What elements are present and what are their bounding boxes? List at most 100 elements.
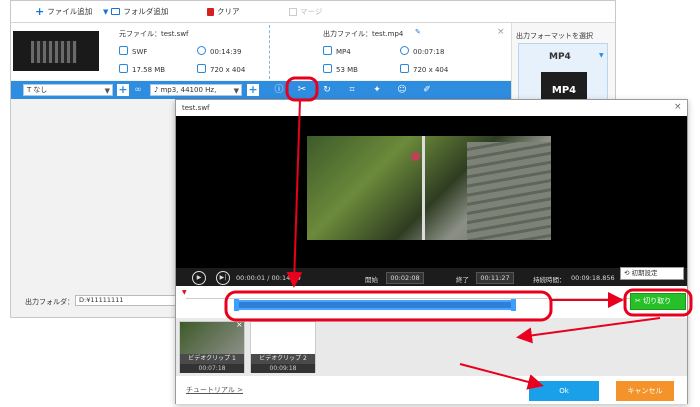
clip-duration: 00:09:18 <box>251 364 315 373</box>
source-file-label: 元ファイル：test.swf <box>119 30 189 38</box>
duration-value: 00:09:18.856 <box>571 274 615 282</box>
video-preview: ▶ ▶| 00:00:01 / 00:14:39 開始 00:02:08 終了 … <box>176 116 687 288</box>
resolution-icon <box>400 64 409 73</box>
add-audio-button[interactable]: + <box>247 84 259 96</box>
plus-icon: + <box>35 5 45 18</box>
clock-icon <box>400 46 409 55</box>
add-folder-button[interactable]: ▼ フォルダ追加 <box>103 6 168 17</box>
duration-label: 持続時間： <box>533 276 566 284</box>
resolution-icon <box>197 64 206 73</box>
clip-thumbnail <box>180 322 244 354</box>
scissors-icon: ✂ <box>635 297 644 305</box>
source-size: 17.58 MB <box>119 64 165 74</box>
playhead-marker-icon[interactable]: ▼ <box>182 289 187 296</box>
clip-name: ビデオクリップ 1 <box>180 354 244 364</box>
merge-label: マージ <box>300 7 323 16</box>
rotate-icon[interactable]: ↻ <box>321 84 333 96</box>
start-time-input[interactable]: 00:02:08 <box>386 272 424 284</box>
clip-name: ビデオクリップ 2 <box>251 354 315 364</box>
file-row: 元ファイル：test.swf SWF 00:14:39 17.58 MB 720… <box>11 23 511 80</box>
reset-button[interactable]: ⟲ 初期設定 <box>620 267 684 280</box>
trash-icon <box>207 7 214 16</box>
end-label: 終了 <box>456 276 469 284</box>
trim-end-handle[interactable] <box>511 299 516 311</box>
output-resolution: 720 x 404 <box>400 64 448 74</box>
end-time-input[interactable]: 00:11:27 <box>476 272 514 284</box>
flower-shape <box>411 152 420 161</box>
chevron-down-icon: ▼ <box>103 7 109 16</box>
subtitle-edit-icon[interactable]: ✐ <box>421 84 433 96</box>
output-format-title: 出力フォーマットを選択 <box>516 32 593 40</box>
trim-dialog: test.swf × ▶ ▶| 00:00:01 / 00:14:39 開始 0… <box>175 99 688 404</box>
audio-select[interactable]: ♪ mp3, 44100 Hz, ▼ <box>150 84 242 96</box>
chevron-down-icon: ▼ <box>599 52 604 59</box>
separator-arrow <box>269 25 289 79</box>
size-icon <box>323 64 332 73</box>
output-size: 53 MB <box>323 64 358 74</box>
text-icon: T <box>27 86 32 94</box>
size-icon <box>119 64 128 73</box>
effects-icon[interactable]: ✦ <box>371 84 383 96</box>
subtitle-select[interactable]: T なし ▼ <box>23 84 113 96</box>
folder-icon <box>111 8 121 15</box>
merge-button[interactable]: マージ <box>289 6 322 17</box>
clear-button[interactable]: クリア <box>207 6 240 17</box>
cut-button[interactable]: ✂ 切り取り <box>630 293 686 310</box>
add-folder-label: フォルダ追加 <box>123 7 169 16</box>
edit-pencil-icon[interactable]: ✎ <box>415 28 421 36</box>
crop-icon[interactable]: ⌗ <box>346 84 358 96</box>
source-duration: 00:14:39 <box>197 46 241 56</box>
add-subtitle-button[interactable]: + <box>117 84 129 96</box>
timeline-ruler <box>186 298 636 299</box>
dialog-footer: チュートリアル > Ok キャンセル <box>176 376 687 404</box>
trim-start-handle[interactable] <box>234 299 239 311</box>
merge-icon <box>289 7 297 16</box>
output-folder-input[interactable]: D:¥11111111 <box>75 295 180 306</box>
close-icon[interactable]: × <box>497 27 505 37</box>
format-name: MP4 <box>549 52 571 62</box>
edit-bar: T なし ▼ + ∞ ♪ mp3, 44100 Hz, ▼ + ⓘ ✂ ↻ ⌗ ✦ … <box>11 81 511 99</box>
pole-shape <box>422 136 425 240</box>
playback-controls: ▶ ▶| 00:00:01 / 00:14:39 開始 00:02:08 終了 … <box>176 268 687 288</box>
clip-item[interactable]: ビデオクリップ 1 00:07:18 × <box>179 320 245 373</box>
format-icon <box>323 46 332 55</box>
chevron-down-icon: ▼ <box>233 87 239 95</box>
clip-list: ビデオクリップ 1 00:07:18 × ビデオクリップ 2 00:09:18 <box>176 318 687 376</box>
clock-icon <box>197 46 206 55</box>
clear-label: クリア <box>217 7 240 16</box>
dialog-title: test.swf <box>182 104 210 112</box>
source-resolution: 720 x 404 <box>197 64 245 74</box>
link-icon[interactable]: ∞ <box>132 84 144 96</box>
start-label: 開始 <box>365 276 378 284</box>
tutorial-link[interactable]: チュートリアル > <box>186 385 243 395</box>
output-format: MP4 <box>323 46 351 56</box>
clip-thumbnail <box>251 322 315 354</box>
output-file-label: 出力ファイル：test.mp4 <box>323 30 404 38</box>
clip-item[interactable]: ビデオクリップ 2 00:09:18 <box>250 321 316 373</box>
watermark-icon[interactable]: ☺ <box>396 84 408 96</box>
video-thumbnail[interactable] <box>13 31 99 71</box>
trim-range-track[interactable] <box>234 299 516 311</box>
scissors-icon[interactable]: ✂ <box>296 84 308 96</box>
close-icon[interactable]: × <box>236 320 243 329</box>
info-icon[interactable]: ⓘ <box>273 84 285 96</box>
cancel-button[interactable]: キャンセル <box>616 381 674 401</box>
play-icon[interactable]: ▶ <box>192 271 206 285</box>
add-file-label: ファイル追加 <box>47 7 93 16</box>
ok-button[interactable]: Ok <box>529 381 599 401</box>
speaker-icon: ♪ <box>154 86 159 94</box>
reset-icon: ⟲ <box>624 269 632 277</box>
close-icon[interactable]: × <box>674 102 682 112</box>
step-icon[interactable]: ▶| <box>216 271 230 285</box>
building-shape <box>467 142 551 240</box>
format-icon <box>119 46 128 55</box>
output-folder-label: 出力フォルダ： <box>25 298 74 306</box>
clip-duration: 00:07:18 <box>180 364 244 373</box>
chevron-down-icon: ▼ <box>104 87 110 95</box>
output-duration: 00:07:18 <box>400 46 444 56</box>
toolbar: + ファイル追加 ▼ フォルダ追加 クリア マージ <box>11 1 615 23</box>
video-frame <box>307 136 551 240</box>
current-time: 00:00:01 / 00:14:39 <box>236 274 301 282</box>
source-format: SWF <box>119 46 147 56</box>
add-file-button[interactable]: + ファイル追加 <box>35 6 92 17</box>
